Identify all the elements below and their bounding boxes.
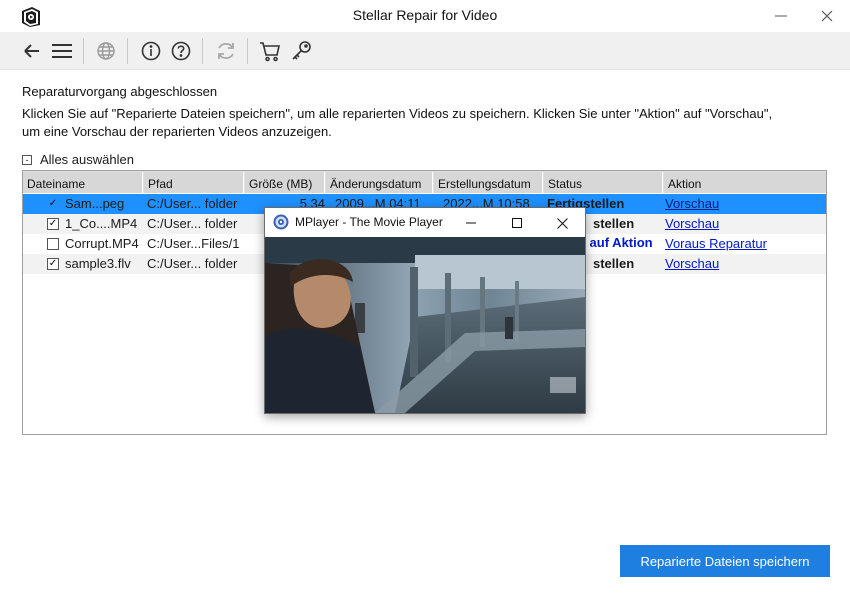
cell-status: stellen (593, 216, 635, 231)
row-checkbox[interactable]: ✓ (47, 198, 59, 210)
cell-status: n auf Aktion (578, 235, 653, 250)
column-header-modified[interactable]: Änderungsdatum (326, 172, 433, 193)
globe-icon[interactable] (94, 39, 118, 63)
preview-link[interactable]: Vorschau (665, 196, 825, 211)
window-title: Stellar Repair for Video (352, 7, 498, 23)
row-checkbox[interactable]: ✓ (47, 258, 59, 270)
preview-link[interactable]: Vorschau (665, 216, 825, 231)
cell-path: C:/User... folder (147, 256, 238, 271)
instructions-text: Klicken Sie auf "Reparierte Dateien spei… (22, 106, 773, 139)
column-header-filename[interactable]: Dateiname (23, 172, 143, 193)
back-arrow-icon[interactable] (20, 39, 44, 63)
maximize-icon (512, 218, 522, 228)
repair-link[interactable]: Voraus Reparatur (665, 236, 825, 251)
info-icon[interactable] (139, 39, 163, 63)
refresh-icon[interactable] (214, 39, 238, 63)
cell-status: stellen (593, 256, 635, 271)
select-all-indicator: - (22, 154, 32, 165)
help-icon[interactable] (169, 39, 193, 63)
column-header-status[interactable]: Status (544, 172, 663, 193)
title-bar: Stellar Repair for Video (0, 0, 850, 32)
cell-path: C:/User... folder (147, 216, 238, 231)
minimize-icon (466, 222, 476, 224)
save-repaired-files-button[interactable]: Reparierte Dateien speichern (620, 545, 830, 577)
video-frame (265, 237, 585, 413)
select-all-checkbox[interactable]: - Alles auswählen (22, 152, 134, 167)
cell-filename: sample3.flv (65, 256, 131, 271)
column-header-created[interactable]: Erstellungsdatum (434, 172, 543, 193)
toolbar-divider (83, 38, 84, 64)
close-icon (821, 10, 833, 22)
close-icon (556, 217, 568, 229)
mplayer-minimize-button[interactable] (461, 213, 481, 233)
row-checkbox[interactable]: ✓ (47, 218, 59, 230)
mplayer-close-button[interactable] (552, 213, 572, 233)
page-heading: Reparaturvorgang abgeschlossen (22, 84, 218, 99)
key-icon[interactable] (289, 39, 313, 63)
menu-icon[interactable] (50, 39, 74, 63)
column-header-action[interactable]: Aktion (664, 172, 826, 193)
row-checkbox[interactable] (47, 238, 59, 250)
table-header: Dateiname Pfad Größe (MB) Änderungsdatum… (23, 171, 826, 193)
mplayer-maximize-button[interactable] (507, 213, 527, 233)
minimize-button[interactable] (758, 0, 804, 32)
cell-filename: Corrupt.MP4 (65, 236, 139, 251)
mplayer-icon (273, 214, 289, 230)
toolbar-divider (127, 38, 128, 64)
toolbar-divider (202, 38, 203, 64)
cell-path: C:/User...Files/1 (147, 236, 240, 251)
mplayer-title-bar[interactable]: MPlayer - The Movie Player (265, 208, 585, 237)
column-header-path[interactable]: Pfad (144, 172, 244, 193)
cell-filename: Sam...peg (65, 196, 125, 211)
toolbar-divider (247, 38, 248, 64)
cell-path: C:/User... folder (147, 196, 238, 211)
minimize-icon (775, 15, 787, 17)
mplayer-window[interactable]: MPlayer - The Movie Player (264, 207, 586, 414)
close-button[interactable] (804, 0, 850, 32)
cart-icon[interactable] (258, 39, 282, 63)
toolbar (0, 32, 850, 70)
cell-filename: 1_Co....MP4 (65, 216, 138, 231)
preview-link[interactable]: Vorschau (665, 256, 825, 271)
column-header-size[interactable]: Größe (MB) (245, 172, 325, 193)
select-all-label: Alles auswählen (40, 152, 134, 167)
mplayer-title: MPlayer - The Movie Player (295, 215, 443, 229)
